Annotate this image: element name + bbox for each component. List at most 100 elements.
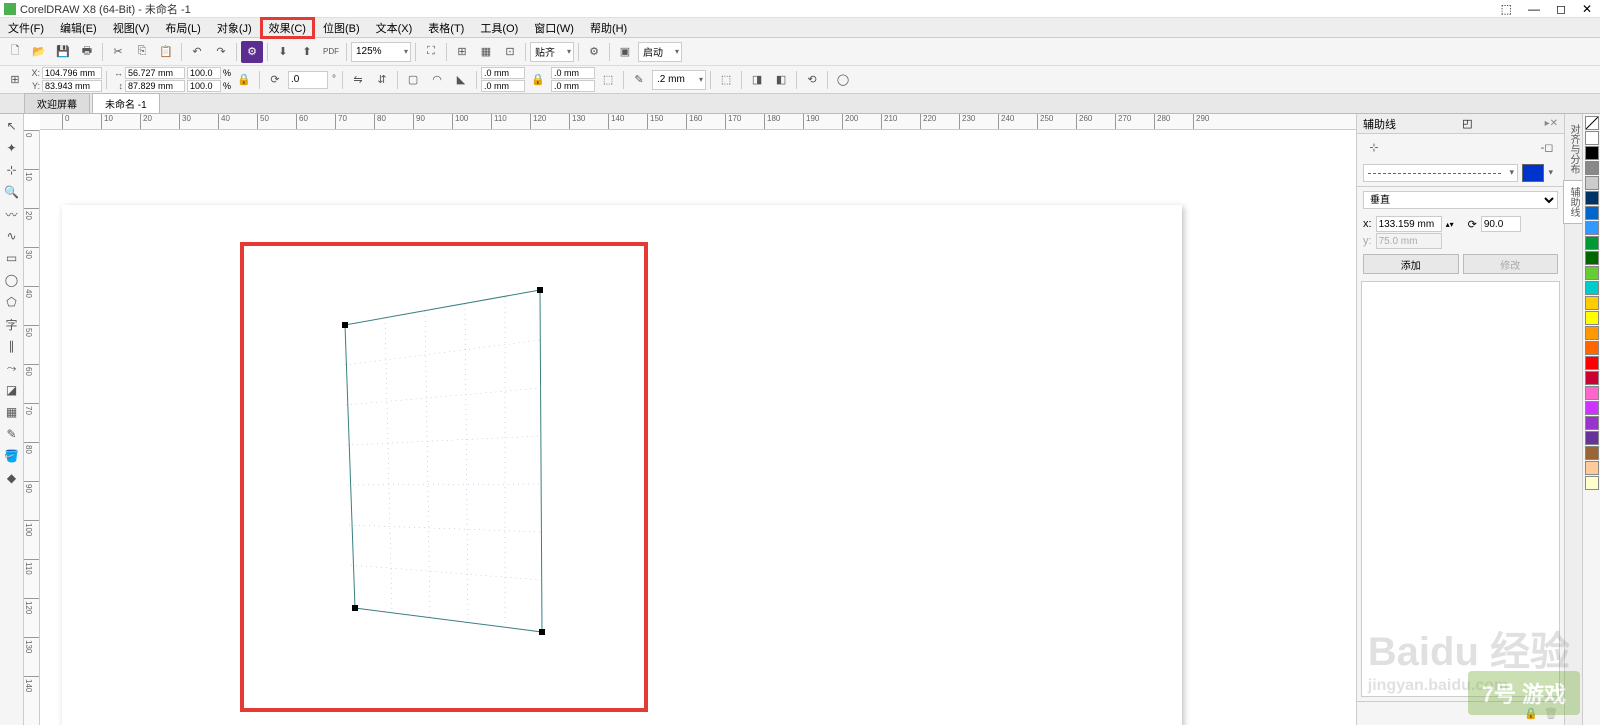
color-swatch[interactable]	[1585, 476, 1599, 490]
snap-icon[interactable]: ⊡	[499, 41, 521, 63]
orientation-dropdown[interactable]: 垂直	[1363, 191, 1558, 209]
add-guideline-button[interactable]: 添加	[1363, 254, 1459, 274]
color-swatch[interactable]	[1585, 371, 1599, 385]
vertical-ruler[interactable]: 0102030405060708090100110120130140	[24, 130, 40, 725]
minimize-icon[interactable]: —	[1524, 2, 1544, 16]
color-swatch[interactable]	[1585, 401, 1599, 415]
fill-tool-icon[interactable]: 🪣	[2, 446, 22, 466]
docker-opts-icon[interactable]: ◰	[1462, 117, 1472, 130]
zoom-dropdown[interactable]: 125%	[351, 42, 411, 62]
color-swatch[interactable]	[1585, 326, 1599, 340]
back-icon[interactable]: ◧	[770, 69, 792, 91]
corner3-input[interactable]	[551, 67, 595, 79]
pdf-icon[interactable]: PDF	[320, 41, 342, 63]
no-color-swatch[interactable]	[1585, 116, 1599, 130]
color-swatch[interactable]	[1585, 311, 1599, 325]
guides-icon[interactable]: ▦	[475, 41, 497, 63]
paste-icon[interactable]: 📋	[155, 41, 177, 63]
print-icon[interactable]: 🖶	[76, 41, 98, 63]
mirror-v-icon[interactable]: ⇵	[371, 69, 393, 91]
front-icon[interactable]: ◨	[746, 69, 768, 91]
dropshadow-tool-icon[interactable]: ◪	[2, 380, 22, 400]
chamfer-icon[interactable]: ◣	[450, 69, 472, 91]
menu-help[interactable]: 帮助(H)	[582, 18, 635, 38]
maximize-icon[interactable]: ◻	[1552, 2, 1570, 16]
corner-lock-icon[interactable]: 🔒	[527, 69, 549, 91]
polygon-tool-icon[interactable]: ⬠	[2, 292, 22, 312]
color-swatch[interactable]	[1585, 431, 1599, 445]
save-icon[interactable]: 💾	[52, 41, 74, 63]
menu-window[interactable]: 窗口(W)	[526, 18, 582, 38]
transparency-tool-icon[interactable]: ▦	[2, 402, 22, 422]
menu-text[interactable]: 文本(X)	[368, 18, 421, 38]
color-swatch[interactable]	[1585, 386, 1599, 400]
freehand-tool-icon[interactable]: 〰	[2, 204, 22, 224]
horizontal-ruler[interactable]: 0102030405060708090100110120130140150160…	[40, 114, 1356, 130]
perspective-handle-tl[interactable]	[342, 322, 348, 328]
close-icon[interactable]: ✕	[1578, 2, 1596, 16]
grid-icon[interactable]: ⊞	[451, 41, 473, 63]
menu-bitmap[interactable]: 位图(B)	[315, 18, 368, 38]
rounded-icon[interactable]: ▢	[402, 69, 424, 91]
redo-icon[interactable]: ↷	[210, 41, 232, 63]
menu-edit[interactable]: 编辑(E)	[52, 18, 105, 38]
smartfill-tool-icon[interactable]: ◆	[2, 468, 22, 488]
corner2-input[interactable]	[481, 80, 525, 92]
guideline-style-dropdown[interactable]	[1363, 164, 1518, 182]
guideline-color-swatch[interactable]	[1522, 164, 1544, 182]
docker-tab-align[interactable]: 对齐与分布	[1564, 118, 1583, 180]
lock-guideline-icon[interactable]: 🔒	[1524, 707, 1538, 720]
scallop-icon[interactable]: ◠	[426, 69, 448, 91]
tab-doc1[interactable]: 未命名 -1	[92, 93, 160, 113]
corner1-input[interactable]	[481, 67, 525, 79]
launch-dropdown[interactable]: 启动	[638, 42, 682, 62]
tab-welcome[interactable]: 欢迎屏幕	[24, 93, 90, 113]
zoom-tool-icon[interactable]: 🔍	[2, 182, 22, 202]
y-position-input[interactable]	[42, 80, 102, 92]
pick-tool-icon[interactable]: ↖	[2, 116, 22, 136]
guideline-x-input[interactable]	[1376, 216, 1442, 232]
guideline-angle-input[interactable]	[1481, 216, 1521, 232]
rectangle-tool-icon[interactable]: ▭	[2, 248, 22, 268]
lock-ratio-icon[interactable]: 🔒	[233, 69, 255, 91]
menu-file[interactable]: 文件(F)	[0, 18, 52, 38]
cut-icon[interactable]: ✂	[107, 41, 129, 63]
quick-icon[interactable]: ◯	[832, 69, 854, 91]
perspective-handle-br[interactable]	[539, 629, 545, 635]
scalex-input[interactable]	[187, 67, 221, 79]
height-input[interactable]	[125, 80, 185, 92]
color-swatch[interactable]	[1585, 161, 1599, 175]
guidelines-flag-icon[interactable]: -◻	[1536, 136, 1558, 158]
color-swatch[interactable]	[1585, 461, 1599, 475]
import-icon[interactable]: ⬇	[272, 41, 294, 63]
color-swatch[interactable]	[1585, 266, 1599, 280]
color-swatch[interactable]	[1585, 146, 1599, 160]
wrap-text-icon[interactable]: ⬚	[715, 69, 737, 91]
color-swatch[interactable]	[1585, 341, 1599, 355]
color-swatch[interactable]	[1585, 131, 1599, 145]
open-icon[interactable]: 📂	[28, 41, 50, 63]
perspective-object[interactable]	[315, 290, 575, 673]
new-icon[interactable]: 🗋	[4, 41, 26, 63]
shape-tool-icon[interactable]: ✦	[2, 138, 22, 158]
guideline-list[interactable]	[1361, 281, 1560, 697]
docker-close-icon[interactable]: ▸✕	[1545, 118, 1558, 129]
color-swatch[interactable]	[1585, 446, 1599, 460]
color-swatch[interactable]	[1585, 191, 1599, 205]
color-swatch[interactable]	[1585, 206, 1599, 220]
menu-layout[interactable]: 布局(L)	[157, 18, 208, 38]
corner4-input[interactable]	[551, 80, 595, 92]
color-swatch[interactable]	[1585, 236, 1599, 250]
color-swatch[interactable]	[1585, 221, 1599, 235]
eyedropper-tool-icon[interactable]: ✎	[2, 424, 22, 444]
menu-view[interactable]: 视图(V)	[105, 18, 158, 38]
x-position-input[interactable]	[42, 67, 102, 79]
parallel-tool-icon[interactable]: ∥	[2, 336, 22, 356]
delete-guideline-icon[interactable]: 🗑	[1544, 707, 1558, 720]
menu-object[interactable]: 对象(J)	[209, 18, 260, 38]
crop-tool-icon[interactable]: ⊹	[2, 160, 22, 180]
perspective-handle-tr[interactable]	[537, 287, 543, 293]
snap-dropdown[interactable]: 贴齐	[530, 42, 574, 62]
helper-icon[interactable]: ⬚	[1497, 2, 1516, 16]
scaley-input[interactable]	[187, 80, 221, 92]
